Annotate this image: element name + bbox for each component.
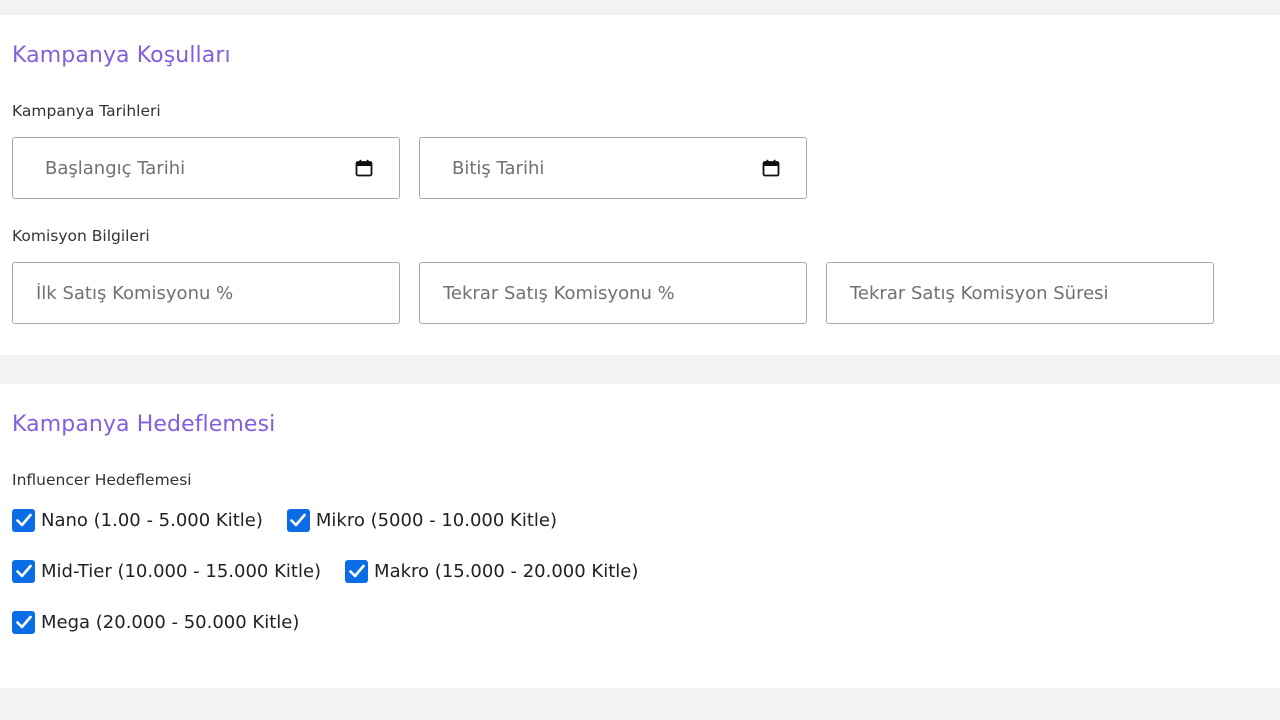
campaign-targeting-card: Kampanya Hedeflemesi Influencer Hedeflem… <box>0 384 1280 688</box>
nano-label: Nano (1.00 - 5.000 Kitle) <box>41 509 263 531</box>
start-date-field[interactable] <box>12 137 400 199</box>
repeat-commission-duration-field[interactable] <box>826 262 1214 324</box>
end-date-field[interactable] <box>419 137 807 199</box>
campaign-targeting-title: Kampanya Hedeflemesi <box>12 412 276 437</box>
mikro-label: Mikro (5000 - 10.000 Kitle) <box>315 509 558 531</box>
campaign-dates-label: Kampanya Tarihleri <box>12 102 161 120</box>
mega-checkbox[interactable] <box>12 610 35 634</box>
campaign-conditions-card: Kampanya Koşulları Kampanya Tarihleri Ko… <box>0 15 1280 355</box>
repeat-sale-commission-input[interactable] <box>443 263 794 323</box>
checkmark-icon <box>348 564 365 578</box>
mega-option[interactable]: Mega (20.000 - 50.000 Kitle) <box>12 610 300 634</box>
mid-tier-option[interactable]: Mid-Tier (10.000 - 15.000 Kitle) <box>12 559 322 583</box>
calendar-icon[interactable] <box>762 159 780 177</box>
checkmark-icon <box>15 564 32 578</box>
check-row: Mid-Tier (10.000 - 15.000 Kitle) Makro (… <box>12 558 662 584</box>
mid-tier-label: Mid-Tier (10.000 - 15.000 Kitle) <box>41 560 322 582</box>
campaign-conditions-title: Kampanya Koşulları <box>12 43 231 68</box>
influencer-targeting-label: Influencer Hedeflemesi <box>12 471 192 489</box>
repeat-sale-commission-field[interactable] <box>419 262 807 324</box>
first-sale-commission-input[interactable] <box>36 263 387 323</box>
checkmark-icon <box>15 513 32 527</box>
nano-checkbox[interactable] <box>12 508 35 532</box>
makro-checkbox[interactable] <box>345 559 369 583</box>
check-row: Mega (20.000 - 50.000 Kitle) <box>12 609 323 635</box>
makro-option[interactable]: Makro (15.000 - 20.000 Kitle) <box>345 559 639 583</box>
checkmark-icon <box>290 513 307 527</box>
makro-label: Makro (15.000 - 20.000 Kitle) <box>374 560 639 582</box>
calendar-icon[interactable] <box>355 159 373 177</box>
repeat-commission-duration-input[interactable] <box>850 263 1201 323</box>
first-sale-commission-field[interactable] <box>12 262 400 324</box>
page: Kampanya Koşulları Kampanya Tarihleri Ko… <box>0 0 1280 720</box>
commission-info-label: Komisyon Bilgileri <box>12 227 150 245</box>
checkmark-icon <box>15 615 32 629</box>
start-date-input[interactable] <box>45 138 347 198</box>
mikro-checkbox[interactable] <box>286 508 310 532</box>
end-date-input[interactable] <box>452 138 754 198</box>
mikro-option[interactable]: Mikro (5000 - 10.000 Kitle) <box>286 508 558 532</box>
mega-label: Mega (20.000 - 50.000 Kitle) <box>41 611 300 633</box>
check-row: Nano (1.00 - 5.000 Kitle) Mikro (5000 - … <box>12 507 581 533</box>
nano-option[interactable]: Nano (1.00 - 5.000 Kitle) <box>12 508 263 532</box>
mid-tier-checkbox[interactable] <box>12 559 35 583</box>
